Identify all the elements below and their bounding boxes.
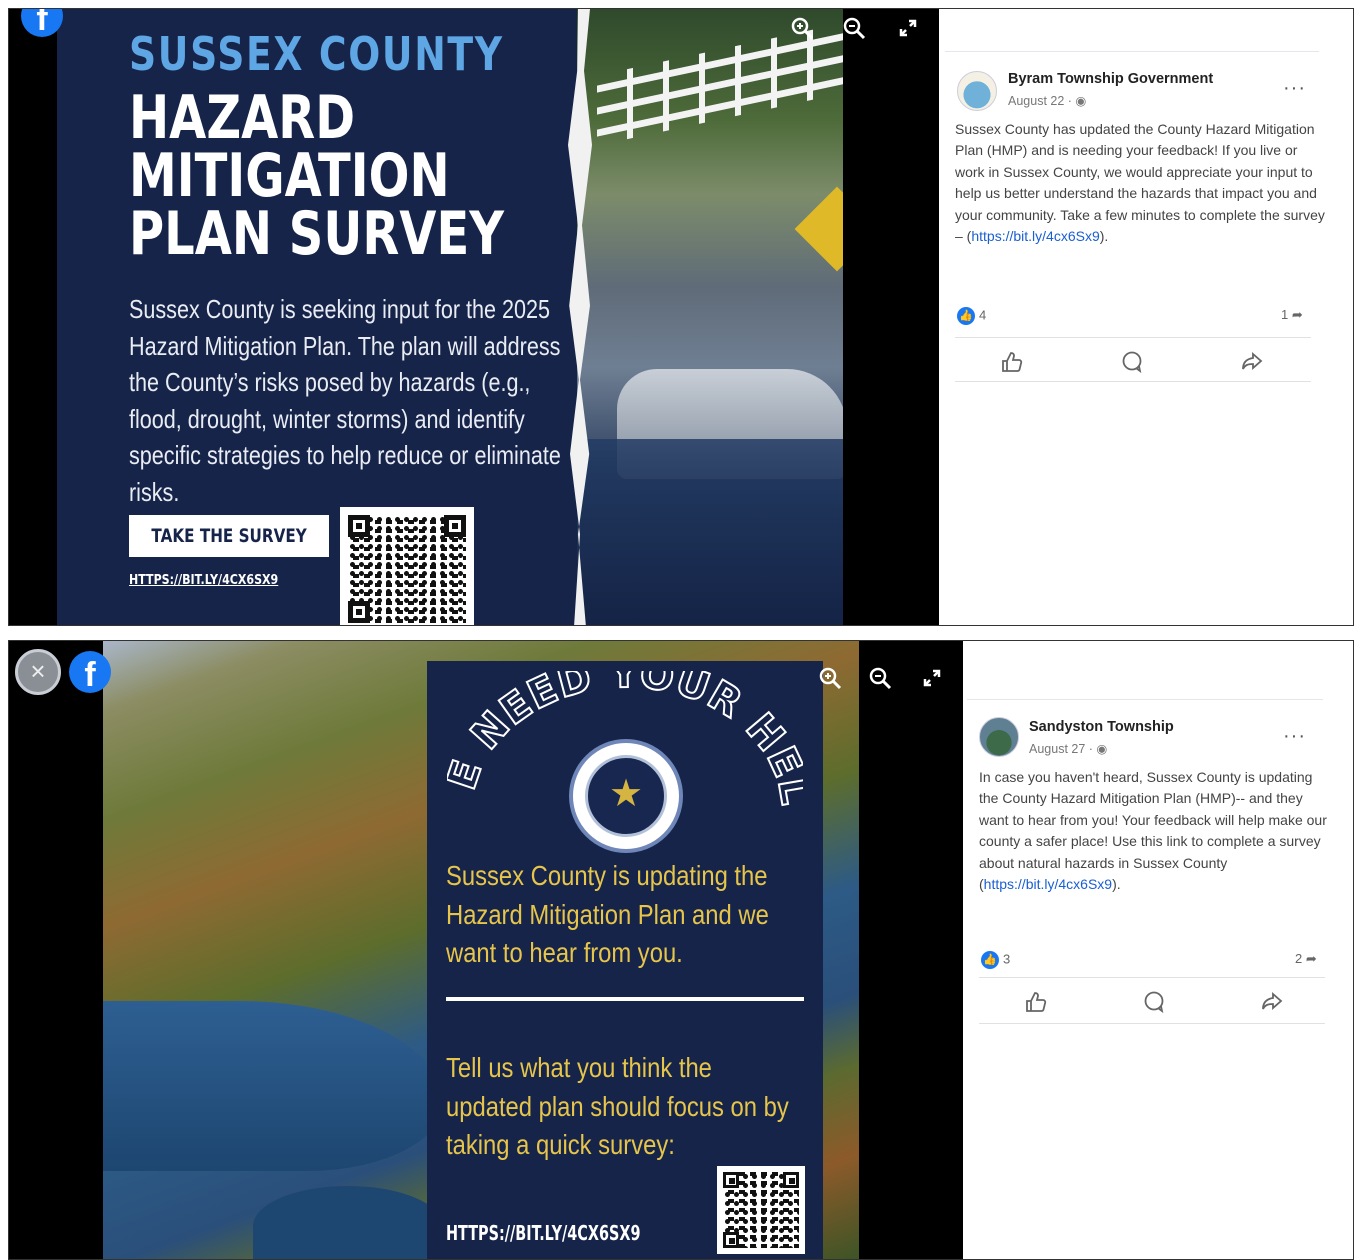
share-arrow-icon: ➦ [1302, 951, 1317, 966]
post-sandyston: Sandyston Township August 27 · ◉ ··· In … [967, 641, 1351, 1251]
zoom-out-icon[interactable] [841, 15, 867, 41]
graphic-county-heading: SUSSEX COUNTY [129, 27, 504, 81]
avatar[interactable] [979, 717, 1019, 757]
globe-icon: ◉ [1075, 94, 1087, 108]
post-date-text: August 27 · [1029, 742, 1097, 756]
like-icon[interactable] [999, 349, 1025, 375]
post-side-panel: Byram Township Government August 22 · ◉ … [939, 9, 1353, 625]
globe-icon: ◉ [1096, 742, 1108, 756]
more-icon[interactable]: ··· [1283, 77, 1306, 100]
floodwater [577, 439, 843, 625]
expand-icon[interactable] [919, 665, 945, 691]
divider [967, 699, 1323, 700]
take-survey-label: TAKE THE SURVEY [151, 525, 307, 547]
zoom-in-icon[interactable] [789, 15, 815, 41]
post-side-panel: Sandyston Township August 27 · ◉ ··· In … [963, 641, 1353, 1259]
we-need-your-help-graphic: WE NEED YOUR HELP ★ Sussex County is upd… [427, 661, 823, 1259]
post-text-body: Sussex County has updated the County Haz… [955, 121, 1325, 245]
post-byram: Byram Township Government August 22 · ◉ … [945, 9, 1351, 619]
screenshot-byram: SUSSEX COUNTY HAZARD MITIGATION PLAN SUR… [8, 8, 1354, 626]
survey-link[interactable]: https://bit.ly/4cx6Sx9 [971, 228, 1099, 244]
zoom-in-icon[interactable] [817, 665, 843, 691]
post-author[interactable]: Sandyston Township [1029, 719, 1174, 735]
post-text: In case you haven't heard, Sussex County… [979, 767, 1331, 895]
graphic-title-line: HAZARD [129, 83, 356, 153]
sheriff-seal: ★ [569, 739, 683, 853]
post-text-end: ). [1112, 876, 1121, 893]
facebook-letter: f [84, 656, 96, 693]
reaction-count-value: 4 [979, 307, 987, 323]
post-date[interactable]: August 22 · ◉ [1008, 93, 1086, 108]
post-text-body: In case you haven't heard, Sussex County… [979, 769, 1327, 893]
divider [955, 337, 1311, 338]
photo-viewer: WE NEED YOUR HELP ★ Sussex County is upd… [9, 641, 963, 1259]
reaction-count-value: 3 [1003, 951, 1011, 967]
survey-link[interactable]: https://bit.ly/4cx6Sx9 [984, 876, 1112, 892]
qr-code [340, 507, 474, 625]
share-count[interactable]: 1 ➦ [1281, 307, 1303, 323]
graphic-title-line: PLAN SURVEY [129, 199, 504, 269]
qr-code [717, 1166, 805, 1254]
like-reaction-icon: 👍 [957, 307, 975, 325]
reaction-count[interactable]: 👍 3 [981, 951, 1010, 969]
graphic-text-updating: Sussex County is updating the Hazard Mit… [446, 860, 769, 968]
graphic-title: HAZARD MITIGATION PLAN SURVEY [129, 83, 504, 269]
zoom-out-icon[interactable] [867, 665, 893, 691]
facebook-letter: f [36, 9, 48, 37]
screenshot-sandyston: WE NEED YOUR HELP ★ Sussex County is upd… [8, 640, 1354, 1260]
divider-rule [446, 997, 804, 1001]
post-text: Sussex County has updated the County Haz… [955, 119, 1325, 247]
take-survey-button: TAKE THE SURVEY [129, 515, 329, 557]
divider [955, 381, 1311, 382]
graphic-body-text: Sussex County is seeking input for the 2… [129, 294, 561, 507]
hidden-driveway-sign [794, 186, 843, 272]
share-icon[interactable] [1239, 349, 1265, 375]
star-icon: ★ [608, 771, 644, 815]
post-text-end: ). [1099, 228, 1109, 245]
facebook-icon[interactable]: f [69, 651, 111, 693]
lake [103, 1001, 443, 1171]
divider [979, 1023, 1325, 1024]
close-icon[interactable]: × [15, 649, 61, 695]
divider [945, 51, 1319, 52]
graphic-title-line: MITIGATION [129, 141, 450, 211]
share-icon[interactable] [1259, 989, 1285, 1015]
post-date-text: August 22 · [1008, 94, 1076, 108]
expand-icon[interactable] [895, 15, 921, 41]
graphic-survey-url: HTTPS://BIT.LY/4CX6SX9 [129, 573, 279, 588]
lake [253, 1186, 443, 1259]
post-date[interactable]: August 27 · ◉ [1029, 741, 1107, 756]
graphic-survey-url: HTTPS://BIT.LY/4CX6SX9 [446, 1221, 641, 1245]
share-arrow-icon: ➦ [1288, 307, 1303, 322]
comment-icon[interactable] [1141, 989, 1167, 1015]
graphic-text-tell-us: Tell us what you think the updated plan … [446, 1052, 789, 1160]
like-reaction-icon: 👍 [981, 951, 999, 969]
reaction-count[interactable]: 👍 4 [957, 307, 986, 325]
post-author[interactable]: Byram Township Government [1008, 71, 1213, 87]
like-icon[interactable] [1023, 989, 1049, 1015]
flood-photo [577, 9, 843, 625]
avatar[interactable] [957, 71, 997, 111]
more-icon[interactable]: ··· [1283, 725, 1306, 748]
hazard-survey-graphic: SUSSEX COUNTY HAZARD MITIGATION PLAN SUR… [57, 9, 843, 625]
share-count[interactable]: 2 ➦ [1295, 951, 1317, 967]
comment-icon[interactable] [1119, 349, 1145, 375]
photo-viewer: SUSSEX COUNTY HAZARD MITIGATION PLAN SUR… [9, 9, 939, 625]
divider [979, 977, 1325, 978]
